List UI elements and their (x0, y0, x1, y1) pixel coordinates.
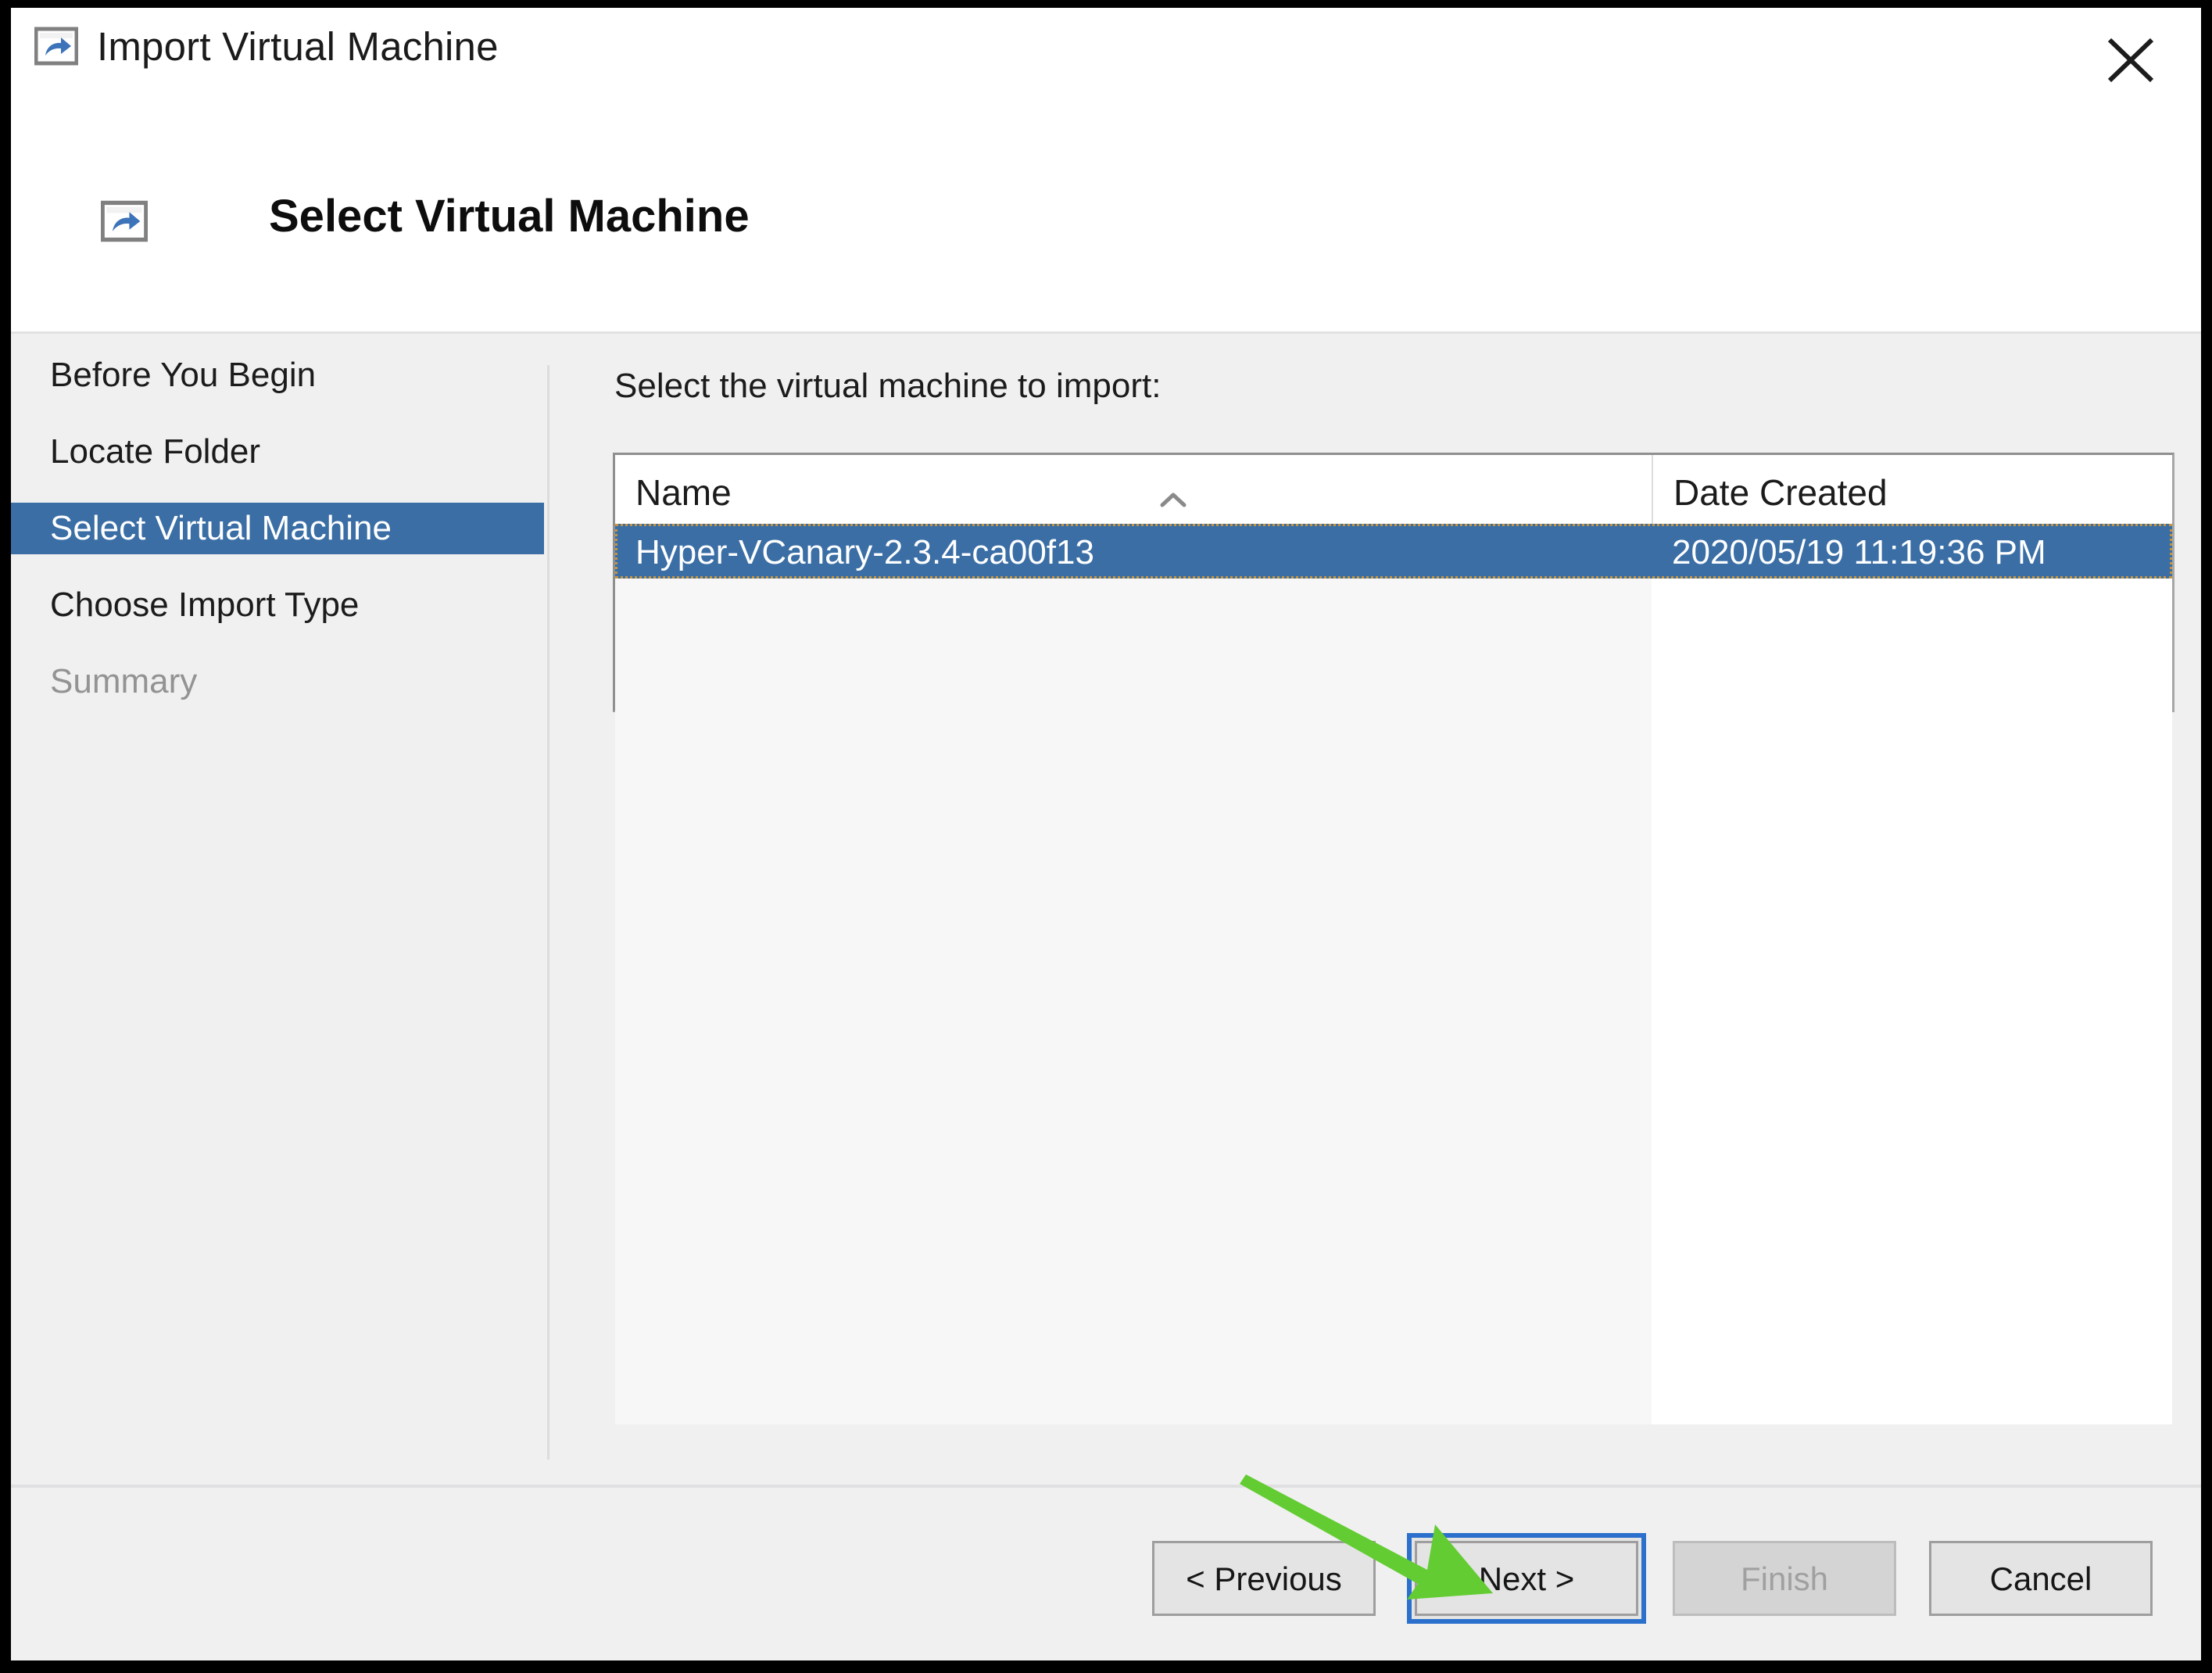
sidebar-item-label: Locate Folder (50, 432, 261, 471)
wizard-step-sidebar: Before You Begin Locate Folder Select Vi… (11, 334, 547, 1485)
column-header-label: Date Created (1673, 472, 1888, 513)
import-vm-icon (101, 200, 148, 242)
chevron-up-icon (1158, 460, 1189, 507)
sidebar-item-locate-folder[interactable]: Locate Folder (11, 426, 544, 478)
previous-button[interactable]: < Previous (1152, 1541, 1376, 1616)
window-title-bar: Import Virtual Machine (11, 8, 2201, 100)
cell-name: Hyper-VCanary-2.3.4-ca00f13 (635, 533, 1094, 571)
sidebar-item-label: Choose Import Type (50, 586, 360, 624)
column-header-label: Name (635, 472, 732, 513)
cell-date-created: 2020/05/19 11:19:36 PM (1672, 533, 2046, 571)
next-button-focus-ring: Next > (1407, 1533, 1646, 1624)
list-header-row: Name Date Created (615, 455, 2172, 524)
screenshot-root: Import Virtual Machine Select Virtual Ma… (0, 0, 2212, 1673)
date-column-background (1652, 455, 2172, 1424)
sidebar-item-select-virtual-machine[interactable]: Select Virtual Machine (11, 503, 544, 554)
table-row[interactable]: Hyper-VCanary-2.3.4-ca00f13 2020/05/19 1… (615, 524, 2172, 579)
cancel-button[interactable]: Cancel (1929, 1541, 2153, 1616)
window-title: Import Virtual Machine (97, 24, 499, 69)
virtual-machine-list[interactable]: Name Date Created Hyper-VCanary-2.3.4-ca… (613, 453, 2174, 1424)
main-pane: Select the virtual machine to import: Na… (547, 334, 2201, 1485)
wizard-body: Before You Begin Locate Folder Select Vi… (11, 334, 2201, 1485)
sidebar-item-label: Before You Begin (50, 356, 317, 394)
import-vm-icon (34, 27, 78, 66)
column-header-name[interactable]: Name (615, 455, 1652, 524)
finish-button: Finish (1673, 1541, 1896, 1616)
sidebar-item-choose-import-type[interactable]: Choose Import Type (11, 579, 544, 631)
sidebar-item-label: Select Virtual Machine (50, 509, 392, 547)
column-header-date-created[interactable]: Date Created (1652, 455, 2177, 524)
list-viewport: Name Date Created Hyper-VCanary-2.3.4-ca… (615, 455, 2172, 1424)
page-title: Select Virtual Machine (269, 191, 750, 242)
wizard-footer: < Previous Next > Finish Cancel (11, 1485, 2201, 1660)
sidebar-item-label: Summary (50, 662, 198, 700)
page-header-banner: Select Virtual Machine (11, 100, 2201, 334)
import-virtual-machine-window: Import Virtual Machine Select Virtual Ma… (11, 8, 2201, 1660)
name-column-background (615, 455, 1652, 1424)
next-button[interactable]: Next > (1415, 1541, 1638, 1616)
sidebar-item-before-you-begin[interactable]: Before You Begin (11, 349, 544, 401)
sidebar-item-summary: Summary (11, 656, 544, 708)
close-icon[interactable] (2060, 8, 2201, 94)
instruction-text: Select the virtual machine to import: (614, 367, 1161, 405)
